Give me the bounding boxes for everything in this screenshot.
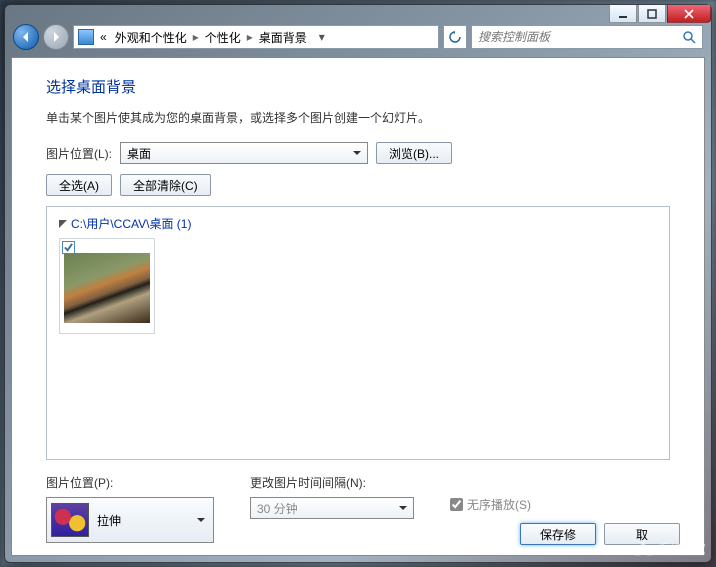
- browse-button[interactable]: 浏览(B)...: [376, 142, 452, 164]
- breadcrumb-separator: ▸: [247, 30, 253, 44]
- thumbnail-image: [64, 253, 150, 323]
- fit-label: 图片位置(P):: [46, 474, 214, 491]
- content-pane: 选择桌面背景 单击某个图片使其成为您的桌面背景，或选择多个图片创建一个幻灯片。 …: [11, 57, 705, 556]
- navigation-bar: « 外观和个性化 ▸ 个性化 ▸ 桌面背景 ▾: [11, 21, 705, 53]
- forward-button[interactable]: [43, 24, 69, 50]
- control-panel-window: « 外观和个性化 ▸ 个性化 ▸ 桌面背景 ▾ 选择桌面背景 单击某个图片使其成…: [4, 4, 712, 563]
- location-row: 图片位置(L): 桌面 浏览(B)...: [46, 142, 670, 164]
- clear-all-button[interactable]: 全部清除(C): [120, 174, 211, 196]
- bulk-actions-row: 全选(A) 全部清除(C): [46, 174, 670, 196]
- interval-value: 30 分钟: [257, 500, 298, 517]
- cancel-button[interactable]: 取: [604, 523, 680, 545]
- shuffle-label: 无序播放(S): [467, 496, 531, 513]
- footer-buttons: 保存修 取: [520, 523, 680, 545]
- fit-preview-icon: [51, 503, 89, 537]
- page-description: 单击某个图片使其成为您的桌面背景，或选择多个图片创建一个幻灯片。: [46, 109, 670, 126]
- interval-combo[interactable]: 30 分钟: [250, 497, 414, 519]
- fit-combo[interactable]: 拉伸: [46, 497, 214, 543]
- page-title: 选择桌面背景: [46, 76, 670, 97]
- personalization-icon: [78, 29, 94, 45]
- save-button[interactable]: 保存修: [520, 523, 596, 545]
- close-button[interactable]: [667, 5, 711, 23]
- search-box[interactable]: [471, 25, 703, 49]
- shuffle-option[interactable]: 无序播放(S): [450, 496, 531, 513]
- breadcrumb[interactable]: « 外观和个性化 ▸ 个性化 ▸ 桌面背景 ▾: [73, 25, 439, 49]
- folder-path: C:\用户\CCAV\桌面 (1): [71, 215, 191, 232]
- fit-value: 拉伸: [97, 512, 121, 529]
- interval-label: 更改图片时间间隔(N):: [250, 474, 414, 491]
- refresh-button[interactable]: [443, 25, 467, 49]
- location-label: 图片位置(L):: [46, 145, 112, 162]
- search-icon: [682, 30, 696, 44]
- interval-option: 更改图片时间间隔(N): 30 分钟: [250, 474, 414, 519]
- breadcrumb-item[interactable]: 个性化: [203, 29, 243, 46]
- search-input[interactable]: [478, 30, 682, 44]
- shuffle-checkbox[interactable]: [450, 498, 463, 511]
- maximize-button[interactable]: [638, 5, 666, 23]
- expand-collapse-icon: [59, 220, 67, 228]
- fit-option: 图片位置(P): 拉伸: [46, 474, 214, 543]
- breadcrumb-dropdown[interactable]: ▾: [313, 30, 331, 44]
- image-list-area: C:\用户\CCAV\桌面 (1): [46, 206, 670, 460]
- minimize-button[interactable]: [609, 5, 637, 23]
- breadcrumb-item[interactable]: 外观和个性化: [113, 29, 189, 46]
- breadcrumb-prefix: «: [98, 30, 109, 44]
- back-button[interactable]: [13, 24, 39, 50]
- location-combo[interactable]: 桌面: [120, 142, 368, 164]
- folder-header[interactable]: C:\用户\CCAV\桌面 (1): [59, 215, 657, 232]
- breadcrumb-item[interactable]: 桌面背景: [257, 29, 309, 46]
- location-value: 桌面: [127, 145, 151, 162]
- image-thumbnail[interactable]: [59, 238, 155, 334]
- thumbnail-checkbox[interactable]: [62, 241, 75, 254]
- select-all-button[interactable]: 全选(A): [46, 174, 112, 196]
- window-titlebar: [608, 5, 711, 23]
- breadcrumb-separator: ▸: [193, 30, 199, 44]
